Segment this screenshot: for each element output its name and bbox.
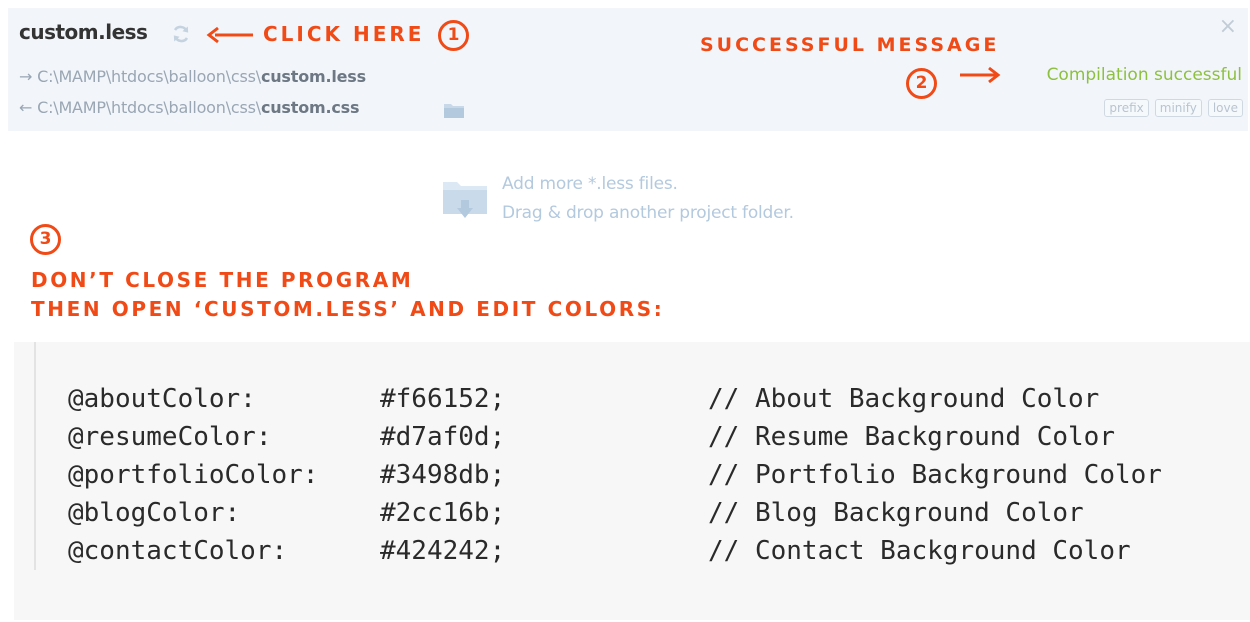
code-value: #424242; (380, 536, 506, 566)
close-icon[interactable]: × (1219, 16, 1237, 38)
code-value: #3498db; (380, 460, 506, 490)
drop-zone-line-1: Add more *.less files. (502, 174, 678, 194)
code-comment: // Portfolio Background Color (708, 460, 1162, 490)
step-3-line-1: DON’T CLOSE THE PROGRAM (31, 268, 414, 292)
input-path: → C:\MAMP\htdocs\balloon\css\custom.less (19, 67, 366, 86)
code-value: #f66152; (380, 384, 506, 414)
input-path-prefix: → C:\MAMP\htdocs\balloon\css\ (19, 67, 261, 86)
code-variable: @contactColor: (68, 536, 288, 566)
code-variable: @portfolioColor: (68, 460, 319, 490)
step-1-badge: 1 (438, 20, 469, 51)
code-block: @aboutColor: #f66152; // About Backgroun… (14, 342, 1250, 620)
code-comment: // Blog Background Color (708, 498, 1084, 528)
code-value: #d7af0d; (380, 422, 506, 452)
code-variable: @blogColor: (68, 498, 241, 528)
right-arrow-icon (960, 66, 1001, 84)
option-love[interactable]: love (1207, 99, 1243, 117)
code-variable: @resumeColor: (68, 422, 272, 452)
output-path-prefix: ← C:\MAMP\htdocs\balloon\css\ (19, 98, 261, 117)
refresh-icon[interactable] (171, 24, 191, 44)
code-comment: // About Background Color (708, 384, 1100, 414)
folder-icon[interactable] (443, 101, 465, 119)
output-path: ← C:\MAMP\htdocs\balloon\css\custom.css (19, 98, 359, 117)
step-3-line-2: THEN OPEN ‘CUSTOM.LESS’ AND EDIT COLORS: (31, 297, 665, 321)
drop-zone-line-2: Drag & drop another project folder. (502, 203, 794, 223)
compilation-status: Compilation successful (1046, 65, 1242, 85)
input-file-name: custom.less (260, 67, 366, 86)
file-panel: custom.less → C:\MAMP\htdocs\balloon\css… (8, 8, 1248, 131)
step-2-badge: 2 (906, 68, 937, 99)
code-value: #2cc16b; (380, 498, 506, 528)
left-arrow-icon (206, 26, 253, 44)
output-file-name: custom.css (260, 98, 360, 117)
file-name: custom.less (19, 20, 148, 44)
folder-drop-icon[interactable] (441, 176, 489, 224)
successful-message-label: SUCCESSFUL MESSAGE (700, 34, 1000, 56)
option-badges: prefix minify love (1104, 99, 1243, 117)
click-here-label: CLICK HERE (263, 22, 425, 46)
code-comment: // Contact Background Color (708, 536, 1131, 566)
code-gutter (34, 342, 36, 570)
option-prefix[interactable]: prefix (1104, 99, 1149, 117)
step-3-badge: 3 (30, 224, 61, 255)
option-minify[interactable]: minify (1154, 99, 1202, 117)
code-comment: // Resume Background Color (708, 422, 1115, 452)
code-variable: @aboutColor: (68, 384, 256, 414)
